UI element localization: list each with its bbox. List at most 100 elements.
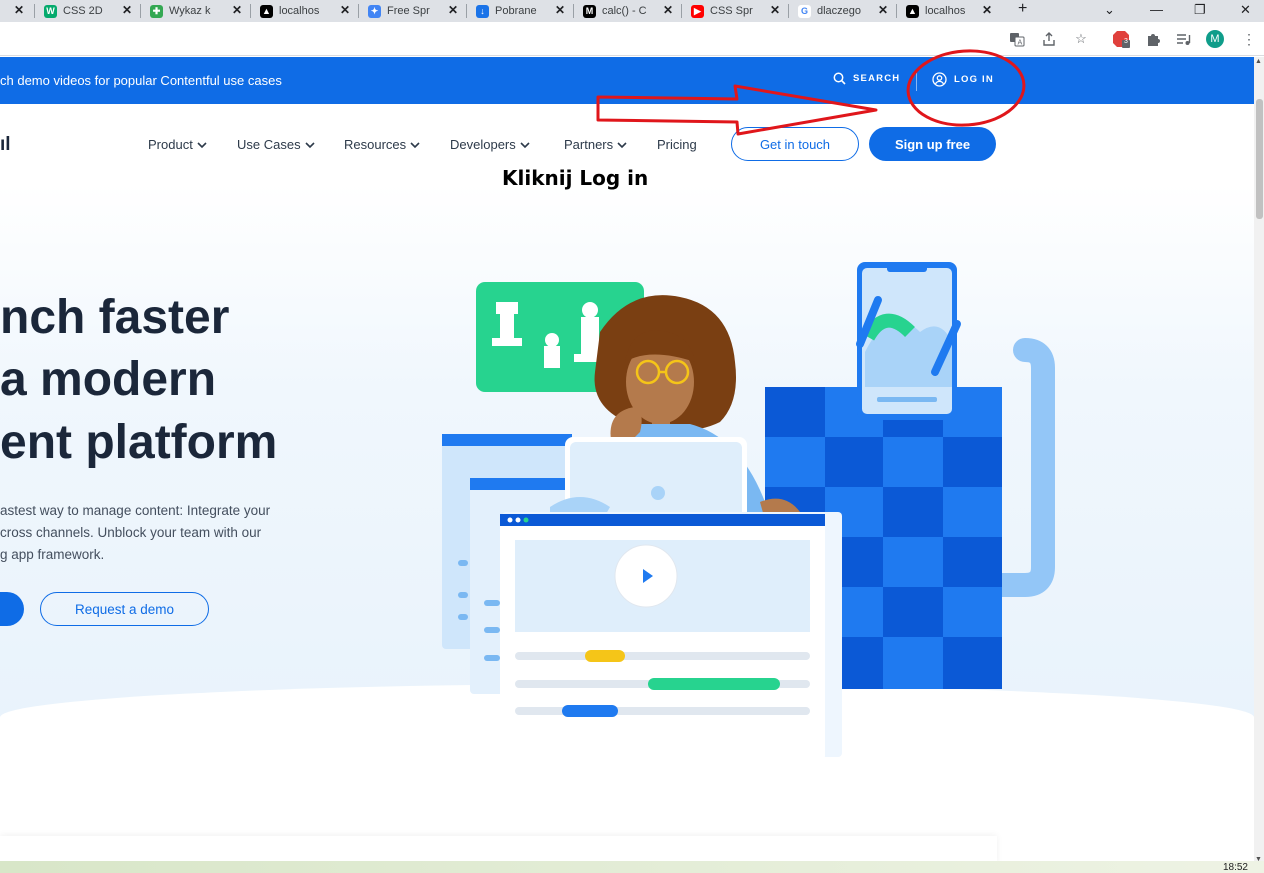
tab-title: localhos <box>279 5 320 17</box>
search-icon <box>833 72 846 85</box>
nav-item-resources[interactable]: Resources <box>344 137 420 152</box>
tab-separator <box>140 4 141 18</box>
browser-tab[interactable]: Gdlaczego ✕ <box>792 0 894 22</box>
taskbar-clock: 18:52 <box>1222 862 1248 873</box>
tab-separator <box>788 4 789 18</box>
hero-headline-line-2: a modern <box>0 353 217 406</box>
browser-tab[interactable]: ✚ Wykaz k ✕ <box>144 0 248 22</box>
tab-title: localhos <box>925 5 966 17</box>
tab-close-icon[interactable]: ✕ <box>340 4 350 17</box>
hero-headline-line-3: ent platform <box>0 416 278 469</box>
nav-item-label: Product <box>148 137 193 152</box>
hero-section: nch faster a modern ent platform astest … <box>0 184 1254 864</box>
tab-close-icon[interactable]: ✕ <box>982 4 992 17</box>
search-button[interactable]: SEARCH <box>833 72 900 85</box>
nav-item-label: Use Cases <box>237 137 301 152</box>
annotation-instruction: Kliknij Log in <box>502 166 649 190</box>
tab-separator <box>573 4 574 18</box>
video-card <box>500 512 842 759</box>
tab-close-icon[interactable]: ✕ <box>770 4 780 17</box>
tab-title: Wykaz k <box>169 5 211 17</box>
tab-close-icon[interactable]: ✕ <box>878 4 888 17</box>
request-demo-button[interactable]: Request a demo <box>40 592 209 626</box>
search-label: SEARCH <box>853 73 901 84</box>
tab-separator <box>358 4 359 18</box>
browser-tab[interactable]: ✕ <box>0 0 30 22</box>
hero-illustration <box>442 262 1055 759</box>
phone-graphic <box>856 262 961 420</box>
media-control-icon[interactable] <box>1174 30 1192 48</box>
browser-tab[interactable]: ▶ CSS Spr ✕ <box>685 0 786 22</box>
browser-tab[interactable]: Mcalc() - C ✕ <box>577 0 679 22</box>
chevron-down-icon <box>520 141 530 148</box>
scroll-up-icon[interactable]: ▲ <box>1255 58 1262 65</box>
nav-item-partners[interactable]: Partners <box>564 137 627 152</box>
browser-tab[interactable]: ▲ localhos ✕ <box>900 0 998 22</box>
announcement-text[interactable]: ch demo videos for popular Contentful us… <box>0 73 282 88</box>
nav-item-label: Pricing <box>657 137 697 152</box>
translate-icon[interactable]: A <box>1008 30 1026 48</box>
browser-tab[interactable]: ✦ Free Spr ✕ <box>362 0 464 22</box>
nav-item-use-cases[interactable]: Use Cases <box>237 137 315 152</box>
scrollbar-thumb[interactable] <box>1256 99 1263 219</box>
vercel-icon: ▲ <box>906 4 919 18</box>
new-tab-button[interactable]: + <box>1018 0 1027 18</box>
extensions-puzzle-icon[interactable] <box>1144 30 1162 48</box>
nav-item-label: Resources <box>344 137 407 152</box>
tab-title: calc() - C <box>602 5 647 17</box>
tab-separator <box>250 4 251 18</box>
bookmark-star-icon[interactable]: ☆ <box>1072 30 1090 48</box>
tab-search-icon[interactable]: ⌄ <box>1104 2 1115 18</box>
get-in-touch-button[interactable]: Get in touch <box>731 127 859 161</box>
hero-body-line-2: cross channels. Unblock your team with o… <box>0 525 262 540</box>
primary-cta-button[interactable] <box>0 592 24 626</box>
nav-item-label: Partners <box>564 137 614 152</box>
tab-title: CSS Spr <box>710 5 753 17</box>
announcement-bar: ch demo videos for popular Contentful us… <box>0 57 1254 104</box>
chevron-down-icon <box>305 141 315 148</box>
adblock-extension-icon[interactable]: 3 <box>1112 30 1130 48</box>
close-window-icon[interactable]: ✕ <box>1240 2 1251 18</box>
svg-text:A: A <box>1018 39 1023 47</box>
nav-item-developers[interactable]: Developers <box>450 137 530 152</box>
tab-close-icon[interactable]: ✕ <box>663 4 673 17</box>
sign-up-button[interactable]: Sign up free <box>869 127 996 161</box>
tab-close-icon[interactable]: ✕ <box>14 4 24 17</box>
tab-close-icon[interactable]: ✕ <box>232 4 242 17</box>
tab-title: Pobrane <box>495 5 537 17</box>
chrome-menu-icon[interactable]: ⋮ <box>1240 30 1258 48</box>
tab-title: dlaczego <box>817 5 862 17</box>
logo[interactable]: ıl <box>0 134 11 156</box>
login-button[interactable]: LOG IN <box>932 72 994 87</box>
tab-close-icon[interactable]: ✕ <box>122 4 132 17</box>
nav-item-product[interactable]: Product <box>148 137 207 152</box>
page-scrollbar[interactable]: ▲ ▼ <box>1254 57 1264 864</box>
tab-separator <box>34 4 35 18</box>
nav-item-pricing[interactable]: Pricing <box>657 137 697 152</box>
content-card-edge <box>0 836 997 864</box>
announcement-divider <box>916 71 917 91</box>
vercel-icon: ▲ <box>260 4 273 18</box>
browser-tab[interactable]: ▲ localhos ✕ <box>254 0 356 22</box>
share-icon[interactable] <box>1040 30 1058 48</box>
w3-icon: W <box>44 4 57 18</box>
chevron-down-icon <box>410 141 420 148</box>
hero-body-line-3: g app framework. <box>0 547 105 562</box>
minimize-icon[interactable]: — <box>1150 2 1163 17</box>
globe-icon: ✦ <box>368 4 381 18</box>
browser-tab[interactable]: W CSS 2D ✕ <box>38 0 138 22</box>
chevron-down-icon <box>197 141 207 148</box>
puzzle-color-icon: ✚ <box>150 4 163 18</box>
login-label: LOG IN <box>954 74 994 85</box>
tab-title: CSS 2D <box>63 5 103 17</box>
mdn-icon: M <box>583 4 596 18</box>
tab-close-icon[interactable]: ✕ <box>448 4 458 17</box>
chevron-down-icon <box>617 141 627 148</box>
browser-tab[interactable]: ↓ Pobrane ✕ <box>470 0 571 22</box>
profile-avatar[interactable]: M <box>1206 30 1224 48</box>
restore-icon[interactable]: ❐ <box>1194 2 1206 18</box>
nav-item-label: Developers <box>450 137 516 152</box>
hero-body-line-1: astest way to manage content: Integrate … <box>0 503 271 518</box>
tab-close-icon[interactable]: ✕ <box>555 4 565 17</box>
browser-toolbar: A ☆ 3 M ⋮ <box>0 22 1264 56</box>
